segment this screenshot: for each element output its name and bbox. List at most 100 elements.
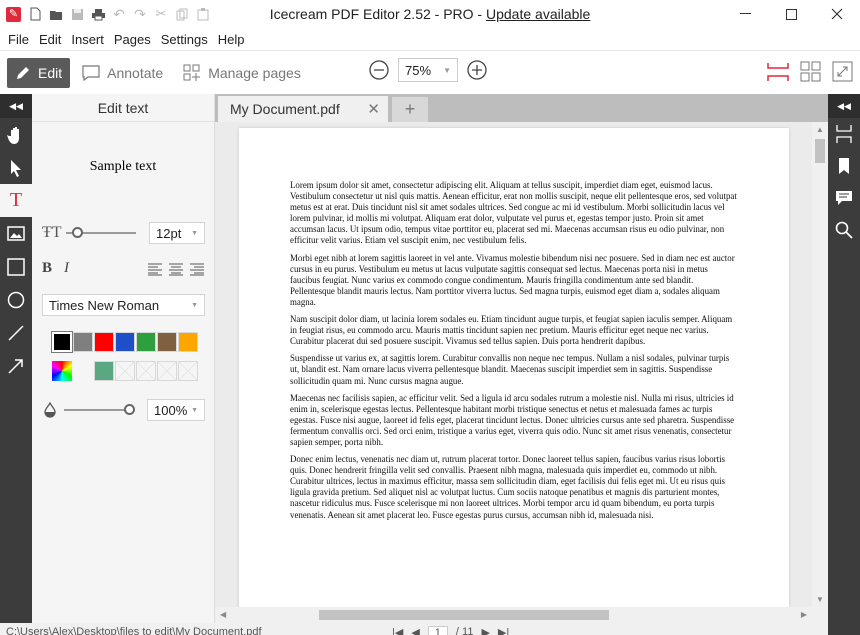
scroll-right-icon[interactable]: ▶	[801, 610, 807, 619]
zoom-level-dropdown[interactable]: 75% ▼	[398, 58, 458, 82]
paste-icon[interactable]	[196, 7, 210, 21]
ellipse-tool[interactable]	[0, 283, 32, 316]
next-page-icon[interactable]: ▶	[481, 626, 489, 635]
align-right-icon[interactable]	[189, 262, 205, 276]
open-folder-icon[interactable]	[49, 7, 63, 21]
first-page-icon[interactable]: |◀	[392, 626, 403, 635]
save-icon[interactable]	[70, 7, 84, 21]
font-size-value: 12pt	[156, 225, 182, 241]
menu-insert[interactable]: Insert	[66, 32, 109, 47]
document-viewport[interactable]: Lorem ipsum dolor sit amet, consectetur …	[215, 122, 828, 607]
collapse-right-panel-button[interactable]: ◀◀	[828, 94, 860, 118]
close-tab-icon[interactable]: ✕	[367, 100, 380, 118]
align-center-icon[interactable]	[168, 262, 184, 276]
collapse-left-panel-button[interactable]: ◀◀	[0, 94, 32, 118]
custom-color-swatch[interactable]	[94, 361, 114, 381]
arrow-tool[interactable]	[0, 349, 32, 382]
font-size-slider[interactable]	[66, 227, 136, 238]
close-button[interactable]	[814, 0, 860, 28]
comments-button[interactable]	[828, 182, 860, 214]
horizontal-scroll-thumb[interactable]	[319, 610, 609, 620]
color-picker-icon[interactable]	[52, 361, 72, 381]
undo-icon[interactable]: ↶	[112, 6, 126, 22]
page-number-input[interactable]: 1	[427, 626, 448, 635]
color-swatch-black[interactable]	[51, 331, 73, 353]
bold-button[interactable]: B	[42, 260, 64, 277]
paragraph[interactable]: Maecenas nec facilisis sapien, ac effici…	[290, 393, 740, 448]
double-chevron-left-icon: ◀◀	[837, 100, 851, 111]
zoom-out-icon[interactable]	[368, 59, 390, 81]
hand-tool[interactable]	[0, 118, 32, 151]
page-thumbnails-button[interactable]	[828, 118, 860, 150]
main-toolbar: Edit Annotate Manage pages 75% ▼	[0, 50, 860, 94]
chevron-down-icon: ▼	[191, 229, 198, 237]
font-size-dropdown[interactable]: 12pt ▼	[149, 222, 205, 244]
copy-icon[interactable]	[175, 7, 189, 21]
vertical-scroll-thumb[interactable]	[815, 139, 825, 163]
new-file-icon[interactable]	[28, 7, 42, 21]
menu-pages[interactable]: Pages	[109, 32, 156, 47]
bookmarks-button[interactable]	[828, 150, 860, 182]
color-swatch-gray[interactable]	[73, 332, 93, 352]
paragraph[interactable]: Donec enim lectus, venenatis nec diam ut…	[290, 454, 740, 521]
two-page-view-icon[interactable]	[800, 61, 822, 83]
scroll-left-icon[interactable]: ◀	[220, 610, 226, 619]
paragraph[interactable]: Morbi eget nibh at lorem sagittis laoree…	[290, 253, 740, 308]
new-tab-button[interactable]: +	[392, 97, 428, 122]
color-palette	[51, 331, 199, 353]
color-swatch-green[interactable]	[136, 332, 156, 352]
italic-button[interactable]: I	[64, 260, 69, 277]
empty-color-slot[interactable]	[178, 361, 198, 381]
edit-mode-button[interactable]: Edit	[7, 57, 71, 88]
scroll-up-icon[interactable]: ▲	[816, 125, 824, 134]
text-tool[interactable]: T	[0, 184, 32, 217]
paragraph[interactable]: Lorem ipsum dolor sit amet, consectetur …	[290, 180, 740, 247]
annotate-mode-button[interactable]: Annotate	[74, 58, 171, 88]
paragraph[interactable]: Suspendisse ut varius ex, at sagittis lo…	[290, 353, 740, 386]
select-tool[interactable]	[0, 151, 32, 184]
line-tool[interactable]	[0, 316, 32, 349]
maximize-button[interactable]	[768, 0, 814, 28]
right-tool-strip: ◀◀	[828, 94, 860, 635]
prev-page-icon[interactable]: ◀	[411, 626, 419, 635]
update-available-link[interactable]: Update available	[486, 6, 590, 22]
manage-pages-mode-button[interactable]: Manage pages	[175, 58, 309, 88]
single-page-view-icon[interactable]	[766, 61, 790, 83]
image-tool[interactable]	[0, 217, 32, 250]
vertical-scrollbar[interactable]: ▲ ▼	[812, 122, 828, 607]
color-swatch-blue[interactable]	[115, 332, 135, 352]
scroll-down-icon[interactable]: ▼	[816, 595, 824, 604]
page-text-content[interactable]: Lorem ipsum dolor sit amet, consectetur …	[290, 180, 740, 527]
redo-icon[interactable]: ↷	[133, 6, 147, 22]
paragraph[interactable]: Nam suscipit dolor diam, ut lacinia lore…	[290, 314, 740, 347]
empty-color-slot[interactable]	[115, 361, 135, 381]
search-button[interactable]	[828, 214, 860, 246]
empty-color-slot[interactable]	[157, 361, 177, 381]
opacity-slider[interactable]	[64, 404, 135, 415]
rectangle-tool[interactable]	[0, 250, 32, 283]
font-size-row: ŦT 12pt ▼	[42, 222, 205, 244]
menu-file[interactable]: File	[3, 32, 34, 47]
font-family-dropdown[interactable]: Times New Roman ▼	[42, 294, 205, 316]
opacity-dropdown[interactable]: 100% ▼	[147, 399, 205, 421]
font-size-slider-knob[interactable]	[72, 227, 83, 238]
empty-color-slot[interactable]	[136, 361, 156, 381]
fullscreen-icon[interactable]	[832, 61, 854, 83]
menu-settings[interactable]: Settings	[156, 32, 213, 47]
cut-icon[interactable]: ✂	[154, 6, 168, 21]
menu-help[interactable]: Help	[213, 32, 250, 47]
color-swatch-brown[interactable]	[157, 332, 177, 352]
align-left-icon[interactable]	[147, 262, 163, 276]
print-icon[interactable]	[91, 7, 105, 21]
zoom-in-icon[interactable]	[466, 59, 488, 81]
minimize-button[interactable]	[722, 0, 768, 28]
last-page-icon[interactable]: ▶|	[498, 626, 509, 635]
pdf-page[interactable]: Lorem ipsum dolor sit amet, consectetur …	[239, 128, 789, 607]
horizontal-scrollbar[interactable]: ◀ ▶	[215, 607, 812, 623]
color-swatch-red[interactable]	[94, 332, 114, 352]
opacity-slider-knob[interactable]	[124, 404, 135, 415]
document-tab[interactable]: My Document.pdf ✕	[218, 96, 388, 122]
menu-edit[interactable]: Edit	[34, 32, 66, 47]
color-swatch-orange[interactable]	[178, 332, 198, 352]
